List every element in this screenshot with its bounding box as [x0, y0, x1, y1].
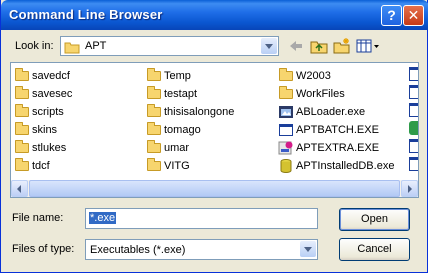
partial-app-icon — [409, 67, 418, 81]
file-name: testapt — [164, 88, 198, 100]
folder-icon — [14, 68, 30, 84]
look-in-dropdown[interactable]: APT — [60, 36, 279, 56]
folder-icon — [64, 40, 80, 57]
help-button[interactable]: ? — [381, 5, 402, 26]
file-type-value: Executables (*.exe) — [90, 244, 186, 256]
folder-icon — [146, 122, 162, 138]
close-button[interactable]: ✕ — [403, 5, 424, 26]
folder-icon — [146, 158, 162, 174]
scroll-right-button[interactable] — [401, 180, 418, 197]
chevron-down-icon[interactable] — [300, 241, 316, 257]
file-name: thisisalongone — [164, 106, 235, 118]
file-name-input[interactable]: *.exe — [85, 208, 318, 229]
file-name: WorkFiles — [296, 88, 345, 100]
back-arrow-icon[interactable] — [287, 37, 305, 55]
app-icon — [278, 140, 294, 156]
folder-icon — [146, 68, 162, 84]
folder-icon — [146, 140, 162, 156]
partial-app-icon — [409, 103, 418, 117]
new-folder-icon[interactable] — [333, 37, 351, 55]
app-icon — [278, 122, 294, 138]
file-type-dropdown[interactable]: Executables (*.exe) — [85, 239, 318, 260]
window-title: Command Line Browser — [9, 7, 163, 22]
folder-icon — [278, 86, 294, 102]
folder-icon — [14, 104, 30, 120]
partial-app-icon — [409, 121, 418, 135]
scroll-left-button[interactable] — [11, 180, 28, 197]
file-name: umar — [164, 142, 190, 154]
file-list[interactable]: savedcf savesec scripts skins stlukes td… — [10, 62, 419, 198]
file-name-label: File name: — [12, 212, 64, 224]
file-name: savedcf — [32, 70, 70, 82]
file-name: APTEXTRA.EXE — [296, 142, 380, 154]
file-name: W2003 — [296, 70, 331, 82]
folder-icon — [14, 86, 30, 102]
folder-icon — [14, 158, 30, 174]
file-name: APTBATCH.EXE — [296, 124, 379, 136]
open-button[interactable]: Open — [339, 208, 410, 231]
file-name: skins — [32, 124, 58, 136]
title-bar[interactable]: Command Line Browser ? ✕ — [1, 0, 428, 30]
file-name: savesec — [32, 88, 73, 100]
dialog-window: Command Line Browser ? ✕ Look in: APT sa… — [0, 0, 428, 273]
folder-icon — [278, 68, 294, 84]
folder-icon — [14, 140, 30, 156]
folder-icon — [146, 104, 162, 120]
file-name: tdcf — [32, 160, 50, 172]
look-in-value: APT — [85, 40, 107, 52]
database-icon — [278, 158, 294, 174]
file-name: Temp — [164, 70, 191, 82]
cancel-button[interactable]: Cancel — [339, 238, 410, 261]
file-name: ABLoader.exe — [296, 106, 366, 118]
scroll-thumb[interactable] — [29, 180, 400, 197]
folder-icon — [14, 122, 30, 138]
folder-icon — [146, 86, 162, 102]
partial-app-icon — [409, 139, 418, 153]
file-name: scripts — [32, 106, 64, 118]
horizontal-scrollbar[interactable] — [11, 180, 418, 197]
file-name: tomago — [164, 124, 201, 136]
view-menu-icon[interactable] — [356, 37, 380, 55]
up-folder-icon[interactable] — [310, 37, 328, 55]
file-name: APTInstalledDB.exe — [296, 160, 395, 172]
file-type-label: Files of type: — [12, 243, 75, 255]
partial-app-icon — [409, 85, 418, 99]
file-name: stlukes — [32, 142, 67, 154]
chevron-down-icon[interactable] — [261, 38, 277, 54]
app-icon — [278, 104, 294, 120]
look-in-label: Look in: — [15, 40, 54, 52]
partial-app-icon — [409, 157, 418, 171]
file-name-value: *.exe — [89, 212, 117, 224]
file-name: VITG — [164, 160, 190, 172]
